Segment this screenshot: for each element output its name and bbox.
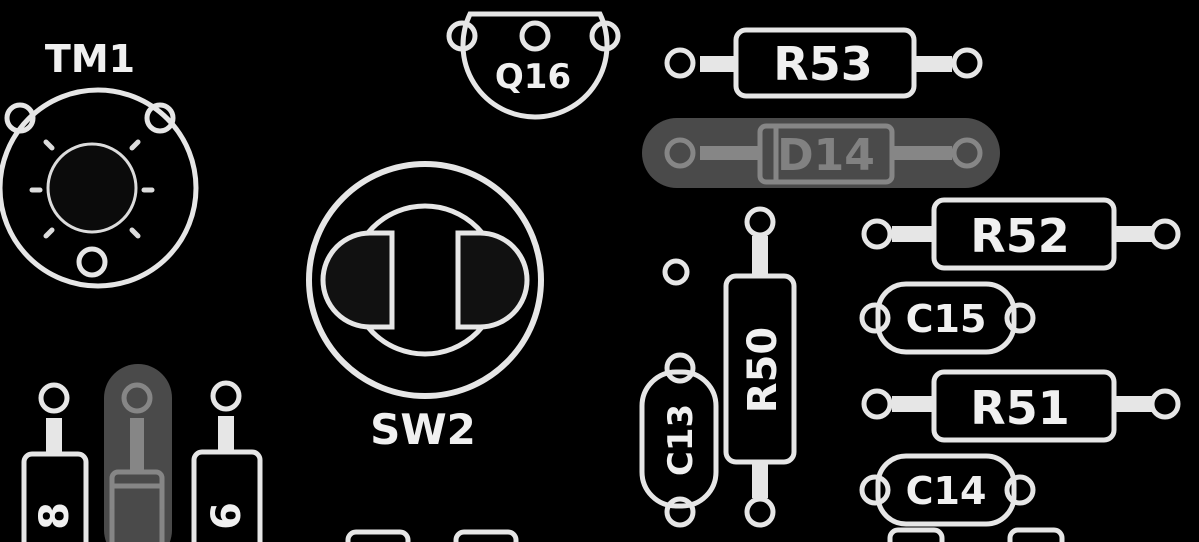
d14-label: D14 (777, 130, 875, 181)
partial-part-bottom-mid-1 (345, 529, 411, 542)
partial-part-bottom-mid-2 (453, 529, 519, 542)
r52-label: R52 (970, 209, 1069, 263)
r53-lead-right (912, 56, 952, 72)
r51-label: R51 (970, 381, 1069, 435)
d14-diode: D14 (642, 118, 1000, 188)
bottom-left-resistor-1-lead (46, 418, 62, 456)
c14-label: C14 (906, 469, 987, 513)
r52-lead-left (892, 226, 936, 242)
c15-capacitor: C15 (859, 281, 1036, 355)
r50-lead-bottom (752, 460, 768, 498)
pcb-silkscreen-view: TM1 Q16 SW2 R53 D14 R50 C13 R52 C15 R51 … (0, 0, 1199, 542)
partial-part-bottom-right-1 (887, 527, 945, 542)
bottom-left-highlighted-part (104, 364, 172, 542)
c13-capacitor: C13 (639, 352, 719, 528)
c14-capacitor: C14 (859, 453, 1036, 527)
r50-label: R50 (740, 327, 786, 413)
tm1-knob (46, 142, 138, 234)
tm1-label: TM1 (45, 37, 135, 81)
sw2-pad-right (455, 230, 530, 330)
r51-lead-left (892, 396, 936, 412)
r52-lead-right (1112, 226, 1152, 242)
c13-label: C13 (661, 404, 701, 476)
r53-label: R53 (773, 37, 872, 91)
c15-label: C15 (906, 297, 987, 341)
r50-lead-top (752, 236, 768, 278)
partial-part-bottom-right-2 (1007, 527, 1065, 542)
q16-label: Q16 (495, 57, 571, 97)
bottom-left-resistor-2-lead (218, 416, 234, 454)
bottom-left-resistor-2-label: 6 (204, 502, 250, 530)
sw2-label: SW2 (370, 405, 476, 454)
r53-lead-left (700, 56, 736, 72)
r51-lead-right (1112, 396, 1152, 412)
sw2-pad-left (320, 230, 395, 330)
bottom-left-resistor-1-label: 8 (32, 502, 78, 530)
